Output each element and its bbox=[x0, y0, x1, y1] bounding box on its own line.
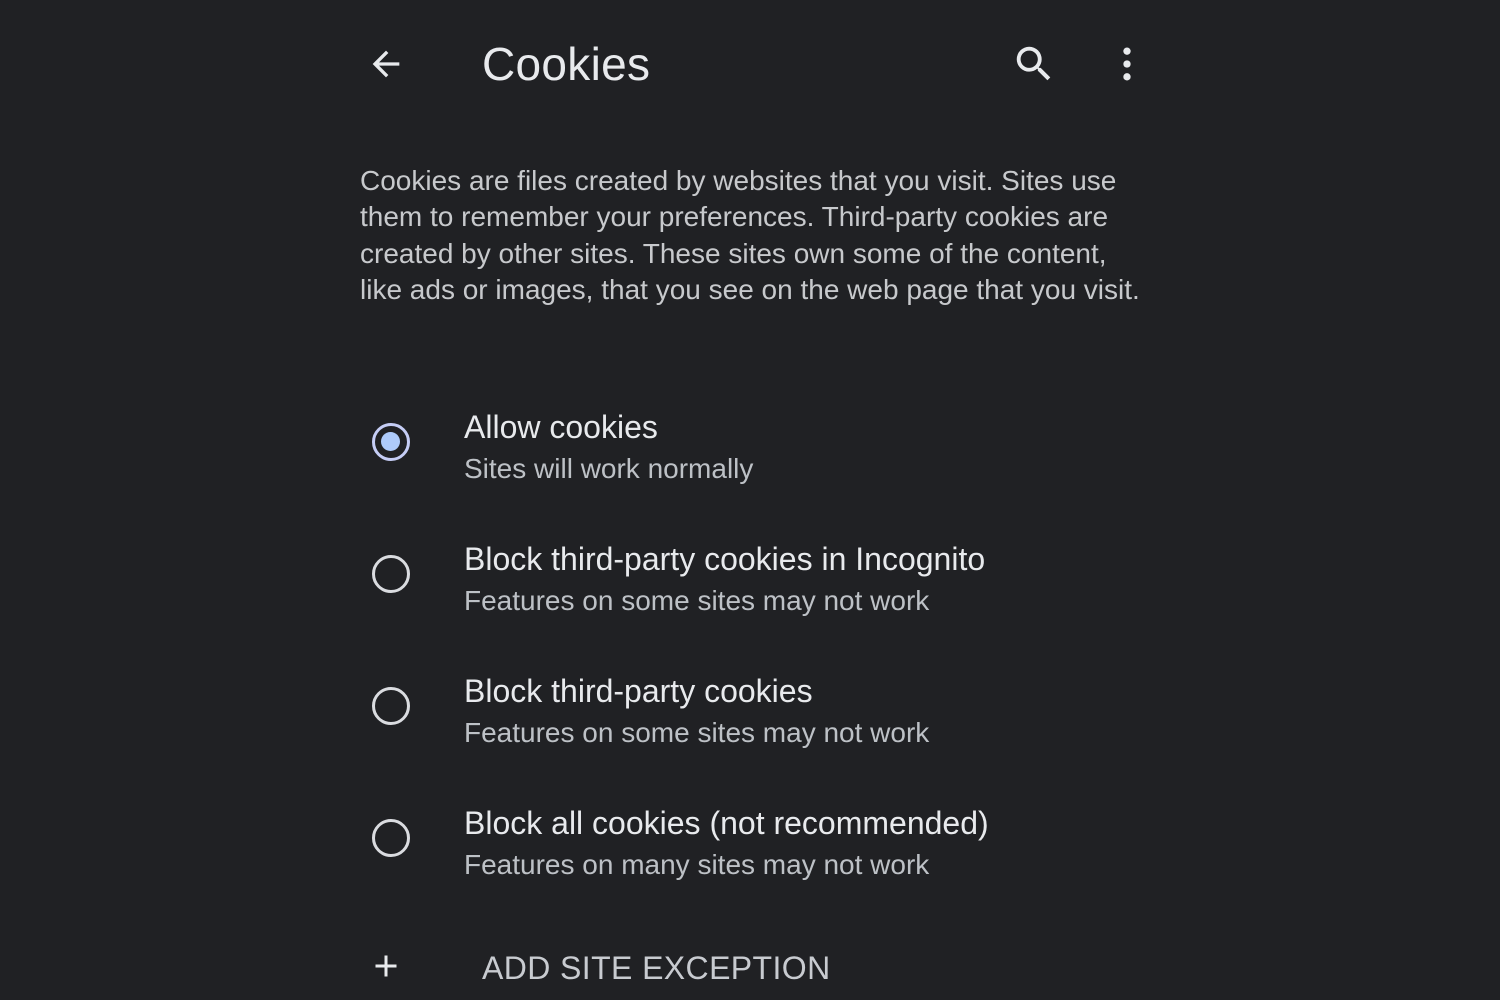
option-subtitle: Features on many sites may not work bbox=[464, 849, 930, 880]
arrow-back-icon bbox=[372, 50, 400, 78]
option-title: Block all cookies (not recommended) bbox=[464, 805, 989, 841]
option-block-all-cookies[interactable]: Block all cookies (not recommended) Feat… bbox=[340, 791, 1160, 923]
cookies-description: Cookies are files created by websites th… bbox=[360, 165, 1140, 305]
option-block-third-party[interactable]: Block third-party cookies Features on so… bbox=[340, 659, 1160, 791]
more-vert-icon bbox=[1123, 47, 1131, 81]
option-subtitle: Sites will work normally bbox=[464, 453, 754, 484]
back-button[interactable] bbox=[356, 34, 416, 94]
option-title: Block third-party cookies bbox=[464, 673, 813, 709]
option-subtitle: Features on some sites may not work bbox=[464, 717, 930, 748]
option-title: Block third-party cookies in Incognito bbox=[464, 541, 986, 577]
top-app-bar: Cookies bbox=[0, 0, 1500, 128]
search-icon bbox=[1016, 46, 1051, 81]
add-site-exception-label: ADD SITE EXCEPTION bbox=[482, 950, 831, 986]
option-title: Allow cookies bbox=[464, 409, 658, 445]
option-subtitle: Features on some sites may not work bbox=[464, 585, 930, 616]
more-options-button[interactable] bbox=[1097, 34, 1157, 94]
search-button[interactable] bbox=[1004, 34, 1064, 94]
radio-button[interactable] bbox=[372, 423, 410, 461]
radio-button[interactable] bbox=[372, 687, 410, 725]
add-site-exception-button[interactable]: ADD SITE EXCEPTION bbox=[360, 940, 880, 996]
cookie-options-radio-group: Allow cookies Sites will work normally B… bbox=[340, 395, 1160, 923]
radio-button[interactable] bbox=[372, 819, 410, 857]
plus-icon bbox=[375, 955, 397, 977]
option-block-third-party-incognito[interactable]: Block third-party cookies in Incognito F… bbox=[340, 527, 1160, 659]
option-allow-cookies[interactable]: Allow cookies Sites will work normally bbox=[340, 395, 1160, 527]
cookies-settings-screen: Cookies Cookies are files created by web… bbox=[0, 0, 1500, 1000]
radio-button[interactable] bbox=[372, 555, 410, 593]
page-title: Cookies bbox=[482, 38, 651, 90]
